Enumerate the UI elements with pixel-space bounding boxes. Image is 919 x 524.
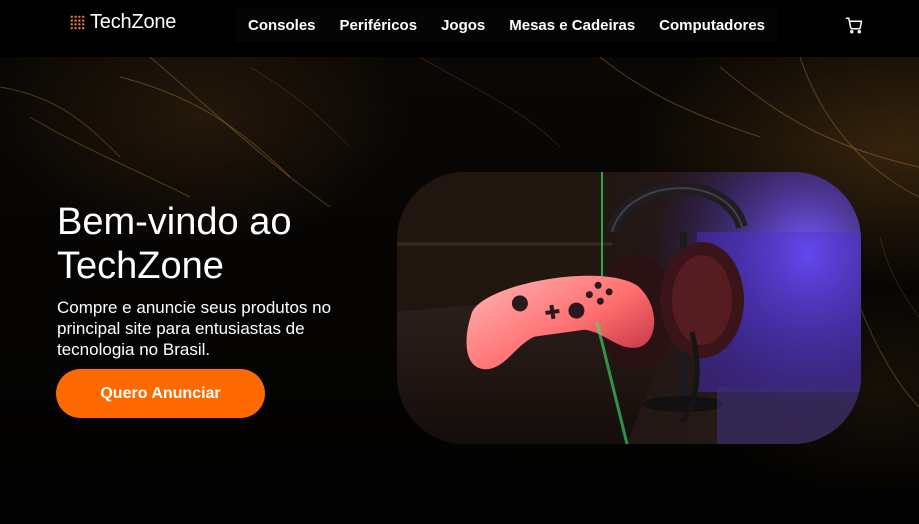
- hero-image: [397, 172, 861, 444]
- nav-item-jogos[interactable]: Jogos: [441, 17, 485, 34]
- main-nav: Consoles Periféricos Jogos Mesas e Cadei…: [236, 8, 778, 42]
- logo[interactable]: TechZone: [68, 11, 176, 34]
- nav-item-computadores[interactable]: Computadores: [659, 17, 765, 34]
- site-header: TechZone Consoles Periféricos Jogos Mesa…: [0, 0, 919, 57]
- nav-item-perifericos[interactable]: Periféricos: [340, 17, 418, 34]
- hero-section: Bem-vindo ao TechZone Compre e anuncie s…: [0, 57, 919, 524]
- logo-text: TechZone: [90, 11, 177, 33]
- gaming-setup-illustration: [397, 172, 861, 444]
- logo-icon: [70, 15, 85, 30]
- quero-anunciar-button[interactable]: Quero Anunciar: [56, 369, 265, 418]
- hero-subtitle: Compre e anuncie seus produtos no princi…: [57, 298, 332, 359]
- cart-icon[interactable]: [845, 16, 863, 34]
- nav-item-consoles[interactable]: Consoles: [248, 17, 316, 34]
- hero-title: Bem-vindo ao TechZone: [57, 201, 292, 287]
- nav-item-mesas-e-cadeiras[interactable]: Mesas e Cadeiras: [509, 17, 635, 34]
